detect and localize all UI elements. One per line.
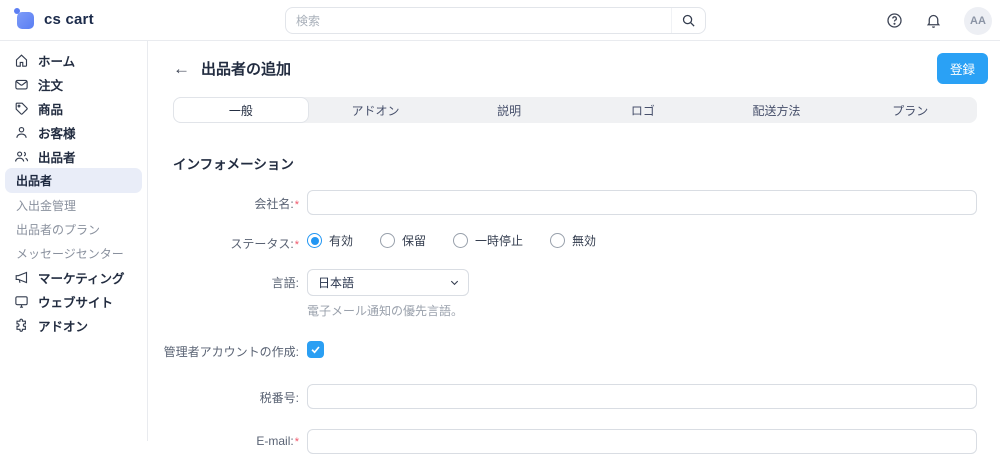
sidebar: ホーム 注文 商品 お客様 出品者 出品者 入出金管理 出品者のプラン メッセー… xyxy=(0,41,148,441)
status-radio-pending[interactable]: 保留 xyxy=(380,232,426,249)
people-icon xyxy=(14,149,29,164)
required-mark: * xyxy=(294,199,299,211)
email-label: E-mail:* xyxy=(256,434,299,448)
global-search xyxy=(285,7,706,34)
tab-plan[interactable]: プラン xyxy=(843,97,977,123)
form-row-admin-account: 管理者アカウントの作成: xyxy=(163,338,1000,360)
cscart-logo-icon xyxy=(14,8,36,30)
page-header: ← 出品者の追加 登録 xyxy=(149,41,1000,87)
sidebar-subitem-label: 出品者 xyxy=(16,174,53,188)
sidebar-item-label: マーケティング xyxy=(38,271,125,286)
tab-shipping-methods[interactable]: 配送方法 xyxy=(710,97,844,123)
required-mark: * xyxy=(294,436,299,448)
main-content: ← 出品者の追加 登録 一般 アドオン 説明 ロゴ 配送方法 プラン インフォメ… xyxy=(149,41,1000,454)
sidebar-subitem-vendor-plans[interactable]: 出品者のプラン xyxy=(0,217,147,241)
tab-bar: 一般 アドオン 説明 ロゴ 配送方法 プラン xyxy=(173,97,977,123)
admin-account-checkbox[interactable] xyxy=(307,341,324,358)
email-field[interactable] xyxy=(307,429,977,454)
sidebar-item-label: ホーム xyxy=(38,54,76,69)
radio-checked-icon xyxy=(307,233,322,248)
megaphone-icon xyxy=(14,270,29,285)
form-row-email: E-mail:* xyxy=(173,429,1000,454)
sidebar-item-label: お客様 xyxy=(38,126,76,141)
sidebar-item-vendors[interactable]: 出品者 xyxy=(0,144,147,168)
chevron-down-icon xyxy=(449,277,460,288)
sidebar-subitem-label: 入出金管理 xyxy=(16,198,77,213)
user-avatar[interactable]: AA xyxy=(964,6,992,35)
register-button[interactable]: 登録 xyxy=(936,52,988,84)
sidebar-item-customers[interactable]: お客様 xyxy=(0,120,147,144)
sidebar-item-website[interactable]: ウェブサイト xyxy=(0,289,147,313)
sidebar-item-label: 商品 xyxy=(38,102,64,117)
top-bar: cs cart AA xyxy=(0,0,1000,41)
tab-logo[interactable]: ロゴ xyxy=(576,97,710,123)
language-select[interactable]: 日本語 xyxy=(307,269,469,296)
admin-account-label: 管理者アカウントの作成: xyxy=(163,345,299,359)
tab-general[interactable]: 一般 xyxy=(173,97,309,123)
sidebar-item-label: 出品者 xyxy=(38,150,76,165)
back-arrow-icon[interactable]: ← xyxy=(173,60,190,77)
puzzle-icon xyxy=(14,318,29,333)
page-title: 出品者の追加 xyxy=(201,60,292,78)
sidebar-subitem-vendors[interactable]: 出品者 xyxy=(5,168,142,193)
sidebar-item-label: アドオン xyxy=(38,319,89,334)
sidebar-subitem-label: メッセージセンター xyxy=(16,246,124,261)
tab-description[interactable]: 説明 xyxy=(442,97,576,123)
radio-icon xyxy=(380,233,396,248)
company-name-label: 会社名:* xyxy=(254,197,299,211)
company-name-field[interactable] xyxy=(307,190,977,215)
sidebar-item-home[interactable]: ホーム xyxy=(0,48,147,72)
sidebar-item-label: 注文 xyxy=(38,78,64,93)
sidebar-item-label: ウェブサイト xyxy=(38,295,114,310)
help-icon[interactable] xyxy=(886,12,903,29)
sidebar-subitem-label: 出品者のプラン xyxy=(16,222,101,237)
form-row-language: 言語: 日本語 電子メール通知の優先言語。 xyxy=(173,269,1000,319)
person-icon xyxy=(14,125,29,140)
monitor-icon xyxy=(14,294,29,309)
search-icon[interactable] xyxy=(671,8,705,33)
tab-addons[interactable]: アドオン xyxy=(309,97,443,123)
orders-icon xyxy=(14,77,29,92)
search-input[interactable] xyxy=(286,13,671,28)
brand-logo[interactable]: cs cart xyxy=(14,8,94,30)
check-icon xyxy=(310,344,321,355)
status-radio-active[interactable]: 有効 xyxy=(307,232,353,249)
sidebar-item-marketing[interactable]: マーケティング xyxy=(0,265,147,289)
sidebar-item-products[interactable]: 商品 xyxy=(0,96,147,120)
radio-icon xyxy=(453,233,469,248)
section-title-information: インフォメーション xyxy=(173,157,294,172)
status-label: ステータス:* xyxy=(230,237,299,251)
form-row-tax: 税番号: xyxy=(173,384,1000,409)
form-row-company: 会社名:* xyxy=(173,190,1000,215)
sidebar-item-addons[interactable]: アドオン xyxy=(0,313,147,337)
sidebar-item-orders[interactable]: 注文 xyxy=(0,72,147,96)
status-radio-suspended[interactable]: 一時停止 xyxy=(453,232,523,249)
radio-icon xyxy=(550,233,566,248)
language-hint: 電子メール通知の優先言語。 xyxy=(307,304,464,318)
sidebar-subitem-message-center[interactable]: メッセージセンター xyxy=(0,241,147,265)
language-label: 言語: xyxy=(271,276,299,290)
required-mark: * xyxy=(294,239,299,251)
tax-number-field[interactable] xyxy=(307,384,977,409)
sidebar-subitem-accounting[interactable]: 入出金管理 xyxy=(0,193,147,217)
brand-name: cs cart xyxy=(44,10,94,28)
tax-number-label: 税番号: xyxy=(259,391,299,405)
notifications-bell-icon[interactable] xyxy=(925,12,942,29)
home-icon xyxy=(14,53,29,68)
status-radio-disabled[interactable]: 無効 xyxy=(550,232,596,249)
vendor-form: インフォメーション 会社名:* ステータス:* 有効 保留 一時停止 無効 言語… xyxy=(149,153,1000,454)
form-row-status: ステータス:* 有効 保留 一時停止 無効 xyxy=(173,232,1000,252)
tag-icon xyxy=(14,101,29,116)
